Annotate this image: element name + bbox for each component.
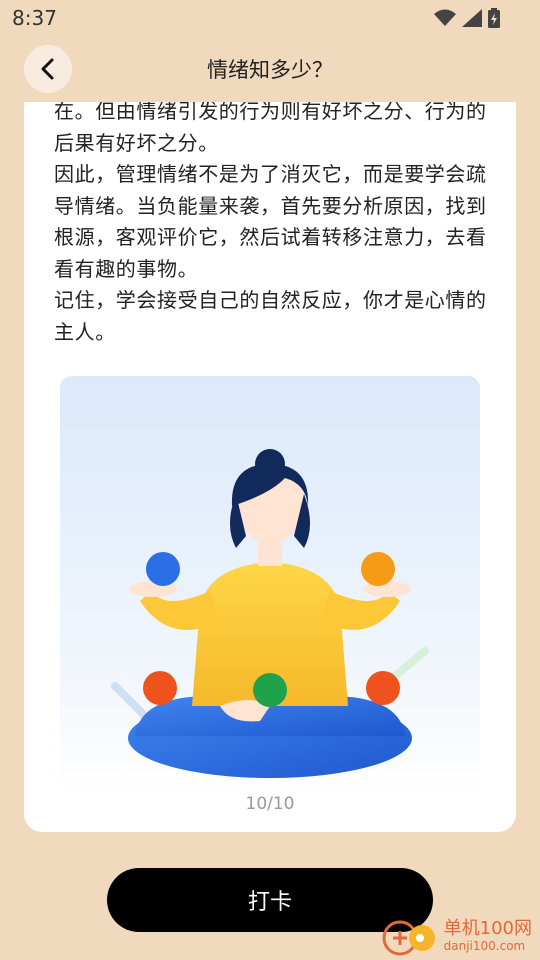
status-bar: 8:37 [0,0,540,36]
battery-icon [488,8,500,28]
status-icons [434,8,500,28]
smiley-logo-icon [382,920,435,956]
wifi-icon [434,9,456,26]
header: 情绪知多少？ [0,36,540,102]
meditation-illustration [60,376,480,796]
green-ball [253,673,287,707]
article-paragraph: 记住，学会接受自己的自然反应，你才是心情的主人。 [54,288,487,344]
orange-ball [361,552,395,586]
blue-ball [146,552,180,586]
article-paragraph: 因此，管理情绪不是为了消灭它，而是要学会疏导情绪。当负能量来袭，首先要分析原因，… [54,162,487,281]
red-ball-left [143,671,177,705]
status-time: 8:37 [12,6,57,30]
watermark: 单机100网 danji100.com [380,914,532,958]
article-paragraph: 在。但由情绪引发的行为则有好坏之分、行为的后果有好坏之分。 [54,102,487,155]
signal-icon [462,9,482,27]
page-indicator: 10/10 [245,794,295,814]
page-title: 情绪知多少？ [207,58,333,82]
article-text: 在。但由情绪引发的行为则有好坏之分、行为的后果有好坏之分。 因此，管理情绪不是为… [54,102,494,348]
content-card: 在。但由情绪引发的行为则有好坏之分、行为的后果有好坏之分。 因此，管理情绪不是为… [24,102,516,832]
watermark-name: 单机100网 [443,918,532,939]
watermark-url: danji100.com [443,939,526,953]
red-ball-right [366,671,400,705]
